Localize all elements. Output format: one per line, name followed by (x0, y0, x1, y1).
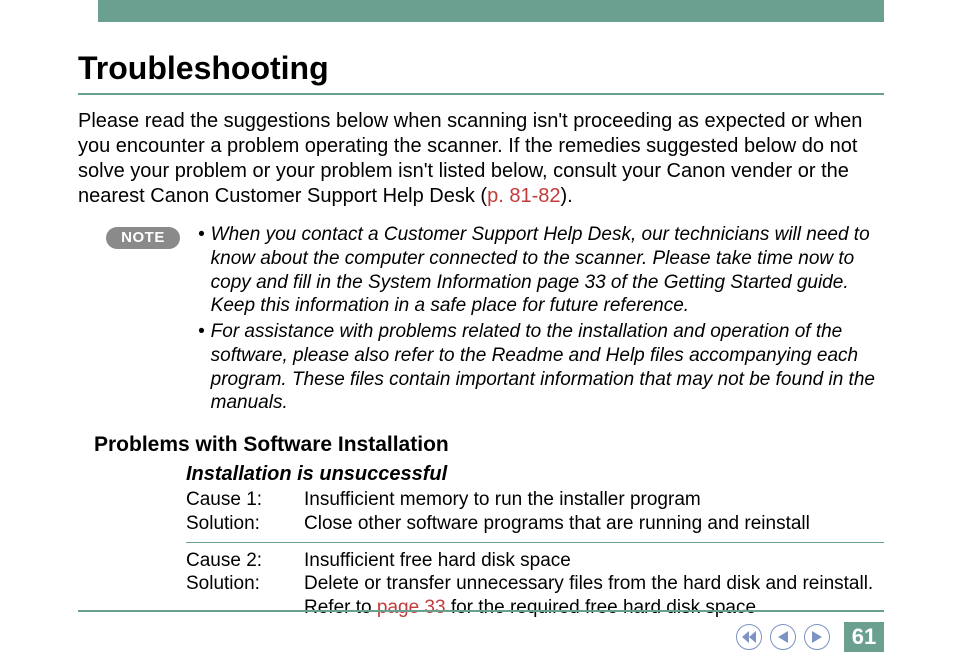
next-page-button[interactable] (804, 624, 830, 650)
page-ref-link[interactable]: p. 81-82 (487, 185, 560, 207)
solution-label: Solution: (186, 572, 304, 620)
footer-divider (78, 610, 884, 612)
subsection-title: Problems with Software Installation (78, 433, 884, 457)
footer-nav: 61 (0, 622, 884, 652)
problem-block: Installation is unsuccessful Cause 1: In… (78, 463, 884, 620)
solution-row: Solution: Close other software programs … (186, 512, 884, 536)
cause-label: Cause 2: (186, 549, 304, 573)
note-badge: NOTE (106, 227, 180, 249)
page-content: Troubleshooting Please read the suggesti… (78, 50, 884, 620)
note-item: • When you contact a Customer Support He… (198, 223, 884, 318)
cause-row: Cause 1: Insufficient memory to run the … (186, 488, 884, 512)
item-divider (186, 542, 884, 543)
bullet-icon: • (198, 223, 205, 318)
first-page-button[interactable] (736, 624, 762, 650)
page-number-badge: 61 (844, 622, 884, 652)
note-text: For assistance with problems related to … (211, 320, 884, 415)
page-ref-link[interactable]: page 33 (377, 597, 446, 618)
note-text: When you contact a Customer Support Help… (211, 223, 884, 318)
solution-label: Solution: (186, 512, 304, 536)
prev-page-button[interactable] (770, 624, 796, 650)
cause-text: Insufficient free hard disk space (304, 549, 884, 573)
note-list: • When you contact a Customer Support He… (198, 223, 884, 417)
cause-text: Insufficient memory to run the installer… (304, 488, 884, 512)
title-divider (78, 93, 884, 95)
problem-title: Installation is unsuccessful (186, 463, 884, 486)
note-item: • For assistance with problems related t… (198, 320, 884, 415)
page-title: Troubleshooting (78, 50, 884, 93)
intro-paragraph: Please read the suggestions below when s… (78, 109, 884, 209)
note-block: NOTE • When you contact a Customer Suppo… (78, 223, 884, 417)
bullet-icon: • (198, 320, 205, 415)
solution-text-after: for the required free hard disk space (446, 597, 757, 618)
solution-row: Solution: Delete or transfer unnecessary… (186, 572, 884, 620)
intro-text-after: ). (560, 185, 572, 207)
header-color-bar (98, 0, 884, 22)
intro-text-before: Please read the suggestions below when s… (78, 110, 862, 207)
cause-row: Cause 2: Insufficient free hard disk spa… (186, 549, 884, 573)
solution-text: Delete or transfer unnecessary files fro… (304, 572, 884, 620)
solution-text: Close other software programs that are r… (304, 512, 884, 536)
cause-label: Cause 1: (186, 488, 304, 512)
